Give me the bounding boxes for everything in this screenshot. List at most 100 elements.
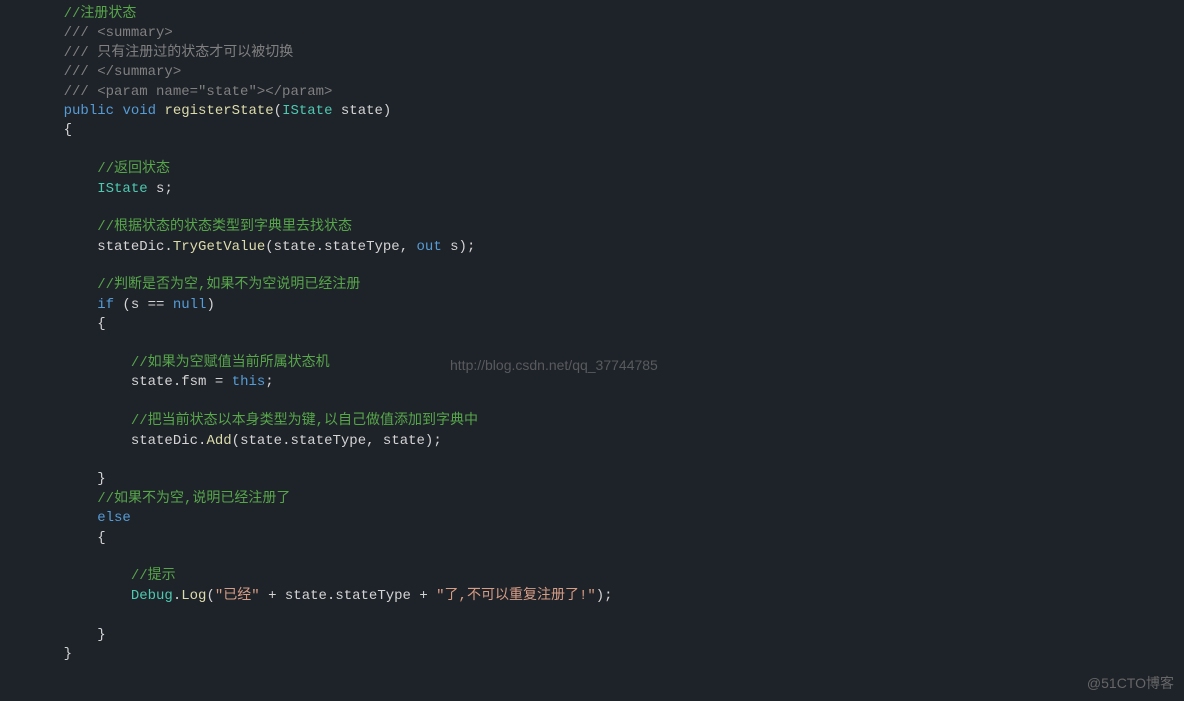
line-content: stateDic.Add(state.stateType, state);	[20, 432, 1184, 451]
line-gutter	[0, 296, 20, 315]
line-gutter	[0, 141, 20, 160]
token-punctuation: {	[97, 316, 105, 332]
line-content	[20, 335, 1184, 354]
line-gutter	[0, 432, 20, 451]
token-type: IState	[97, 181, 147, 197]
line-gutter	[0, 257, 20, 276]
line-gutter	[0, 470, 20, 489]
line-content: //判断是否为空,如果不为空说明已经注册	[20, 276, 1184, 295]
token-comment: //注册状态	[64, 6, 137, 22]
code-line[interactable]	[0, 257, 1184, 276]
code-line[interactable]: stateDic.Add(state.stateType, state);	[0, 432, 1184, 451]
line-gutter	[0, 315, 20, 334]
token-punctuation: ,	[400, 239, 417, 255]
token-identifier: state.	[131, 374, 181, 390]
line-content	[20, 257, 1184, 276]
line-content: public void registerState(IState state)	[20, 102, 1184, 121]
code-line[interactable]: /// <summary>	[0, 24, 1184, 43]
code-line[interactable]: }	[0, 645, 1184, 664]
code-line[interactable]	[0, 451, 1184, 470]
line-gutter	[0, 121, 20, 140]
line-gutter	[0, 490, 20, 509]
token-punctuation: +	[411, 588, 436, 604]
line-gutter	[0, 44, 20, 63]
code-line[interactable]: //根据状态的状态类型到字典里去找状态	[0, 218, 1184, 237]
token-comment: //如果不为空,说明已经注册了	[97, 491, 290, 507]
code-line[interactable]: if (s == null)	[0, 296, 1184, 315]
line-content: /// 只有注册过的状态才可以被切换	[20, 44, 1184, 63]
code-line[interactable]: //把当前状态以本身类型为键,以自己做值添加到字典中	[0, 412, 1184, 431]
code-line[interactable]: //判断是否为空,如果不为空说明已经注册	[0, 276, 1184, 295]
token-punctuation: , state);	[366, 433, 442, 449]
code-line[interactable]: }	[0, 470, 1184, 489]
watermark: http://blog.csdn.net/qq_37744785	[450, 357, 658, 373]
line-gutter	[0, 529, 20, 548]
code-line[interactable]: //注册状态	[0, 5, 1184, 24]
code-line[interactable]	[0, 335, 1184, 354]
code-line[interactable]: else	[0, 509, 1184, 528]
line-content	[20, 548, 1184, 567]
code-line[interactable]: state.fsm = this;	[0, 373, 1184, 392]
token-punctuation: (state.	[232, 433, 291, 449]
line-content: //根据状态的状态类型到字典里去找状态	[20, 218, 1184, 237]
token-identifier: stateType	[324, 239, 400, 255]
line-gutter	[0, 509, 20, 528]
code-line[interactable]	[0, 393, 1184, 412]
line-gutter	[0, 180, 20, 199]
code-line[interactable]: /// 只有注册过的状态才可以被切换	[0, 44, 1184, 63]
line-content: }	[20, 645, 1184, 664]
token-keyword: null	[173, 297, 207, 313]
token-comment: //如果为空赋值当前所属状态机	[131, 355, 330, 371]
line-gutter	[0, 276, 20, 295]
token-keyword: this	[232, 374, 266, 390]
line-content: //提示	[20, 567, 1184, 586]
token-identifier: stateType	[335, 588, 411, 604]
line-content: /// <param name="state"></param>	[20, 83, 1184, 102]
token-punctuation: }	[97, 627, 105, 643]
line-gutter	[0, 218, 20, 237]
token-comment: //判断是否为空,如果不为空说明已经注册	[97, 277, 360, 293]
code-line[interactable]: /// </summary>	[0, 63, 1184, 82]
line-content: /// </summary>	[20, 63, 1184, 82]
code-line[interactable]: //如果不为空,说明已经注册了	[0, 490, 1184, 509]
line-gutter	[0, 199, 20, 218]
code-line[interactable]: {	[0, 315, 1184, 334]
line-gutter	[0, 63, 20, 82]
token-punctuation: (state.	[265, 239, 324, 255]
token-punctuation: (	[274, 103, 282, 119]
code-line[interactable]: /// <param name="state"></param>	[0, 83, 1184, 102]
token-punctuation: (	[206, 588, 214, 604]
code-line[interactable]	[0, 141, 1184, 160]
line-gutter	[0, 238, 20, 257]
token-keyword: out	[417, 239, 442, 255]
line-gutter	[0, 83, 20, 102]
code-line[interactable]: //提示	[0, 567, 1184, 586]
code-line[interactable]	[0, 548, 1184, 567]
token-punctuation: ;	[265, 374, 273, 390]
code-line[interactable]: {	[0, 121, 1184, 140]
code-line[interactable]	[0, 606, 1184, 625]
line-gutter	[0, 354, 20, 373]
code-line[interactable]: Debug.Log("已经" + state.stateType + "了,不可…	[0, 587, 1184, 606]
line-gutter	[0, 412, 20, 431]
token-string: "了,不可以重复注册了!"	[436, 588, 596, 604]
token-identifier: stateDic.	[131, 433, 207, 449]
token-method: Add	[206, 433, 231, 449]
token-method: Log	[181, 588, 206, 604]
code-line[interactable]: //返回状态	[0, 160, 1184, 179]
token-xml-doc: /// </summary>	[64, 64, 182, 80]
code-line[interactable]: public void registerState(IState state)	[0, 102, 1184, 121]
token-identifier: fsm	[181, 374, 206, 390]
token-xml-doc: /// <param name="state"></param>	[64, 84, 333, 100]
line-content: }	[20, 626, 1184, 645]
code-line[interactable]	[0, 199, 1184, 218]
line-content: else	[20, 509, 1184, 528]
code-line[interactable]: }	[0, 626, 1184, 645]
token-keyword: public	[64, 103, 114, 119]
line-gutter	[0, 393, 20, 412]
code-line[interactable]: IState s;	[0, 180, 1184, 199]
code-line[interactable]: stateDic.TryGetValue(state.stateType, ou…	[0, 238, 1184, 257]
token-xml-doc: /// 只有注册过的状态才可以被切换	[64, 45, 294, 61]
code-editor[interactable]: //注册状态 /// <summary> /// 只有注册过的状态才可以被切换 …	[0, 0, 1184, 701]
code-line[interactable]: {	[0, 529, 1184, 548]
